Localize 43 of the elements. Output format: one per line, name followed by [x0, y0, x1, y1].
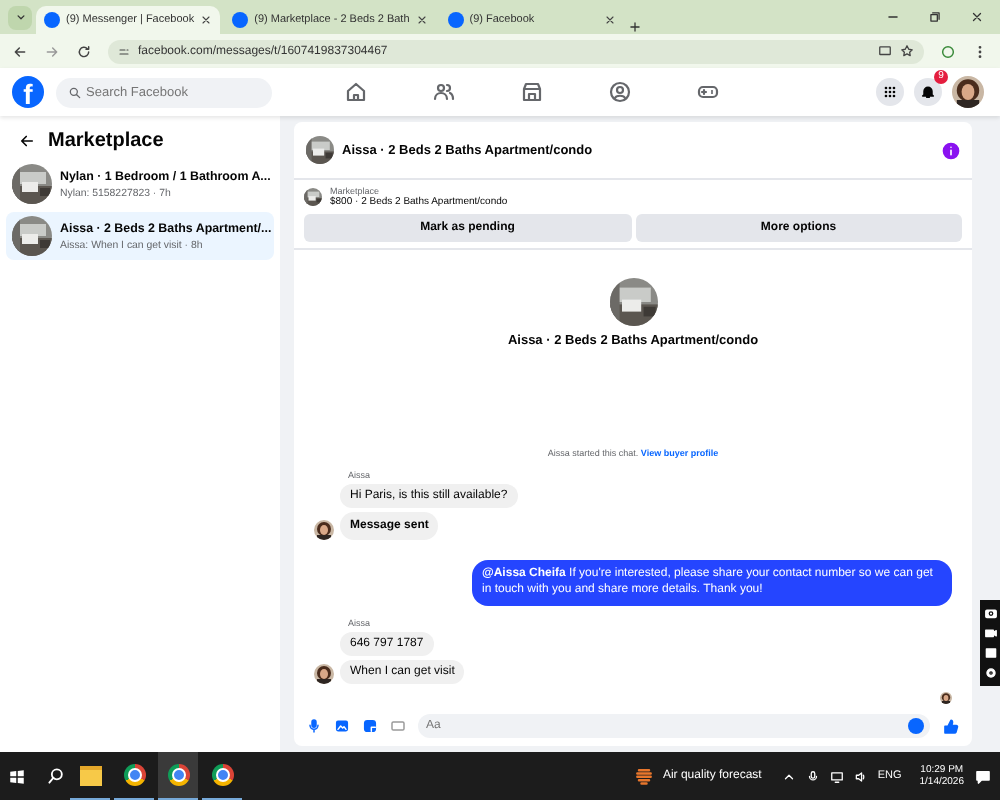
start-icon[interactable] — [8, 767, 26, 785]
close-icon — [415, 14, 428, 26]
bell-icon — [920, 84, 936, 100]
monitor-icon[interactable] — [829, 769, 844, 783]
people-icon[interactable] — [432, 80, 456, 104]
facebook-logo[interactable]: f — [12, 76, 44, 108]
grid-icon — [882, 84, 898, 100]
camera-icon[interactable] — [983, 606, 997, 620]
minimize-icon[interactable] — [886, 10, 900, 24]
microphone-icon[interactable] — [805, 769, 820, 783]
browser-button[interactable] — [158, 752, 198, 800]
close-icon — [200, 14, 213, 26]
site-settings-icon — [118, 45, 130, 57]
weather-icon[interactable] — [634, 766, 655, 786]
group-icon[interactable] — [608, 80, 632, 104]
thumbs-up-icon[interactable] — [942, 717, 960, 735]
settings-icon[interactable] — [983, 666, 997, 680]
star-icon[interactable] — [900, 44, 914, 58]
restore-icon[interactable] — [928, 10, 942, 24]
back-arrow-icon[interactable] — [18, 131, 36, 149]
sidebar-title: Marketplace — [48, 129, 164, 151]
search-icon[interactable] — [46, 766, 66, 786]
video-icon[interactable] — [983, 626, 997, 640]
gamepad-icon[interactable] — [696, 80, 720, 104]
volume-icon[interactable] — [853, 769, 868, 783]
photo-icon[interactable] — [334, 718, 350, 734]
store-icon[interactable] — [520, 80, 544, 104]
new-tab-icon[interactable] — [627, 20, 642, 34]
capture-toolbar[interactable] — [980, 600, 1000, 686]
info-icon[interactable] — [942, 141, 960, 159]
chevron-up-icon[interactable] — [781, 769, 796, 783]
sticker-icon[interactable] — [362, 718, 378, 734]
close-icon — [603, 14, 616, 26]
close-icon[interactable] — [970, 10, 984, 24]
caret-icon — [13, 10, 27, 24]
cast-icon[interactable] — [878, 44, 892, 58]
menu-button[interactable] — [876, 78, 904, 106]
reload-icon[interactable] — [76, 43, 92, 59]
back-icon[interactable] — [12, 43, 28, 59]
home-icon[interactable] — [344, 80, 368, 104]
search-icon — [68, 85, 82, 99]
notification-icon[interactable] — [974, 767, 992, 785]
window-icon[interactable] — [983, 646, 997, 660]
